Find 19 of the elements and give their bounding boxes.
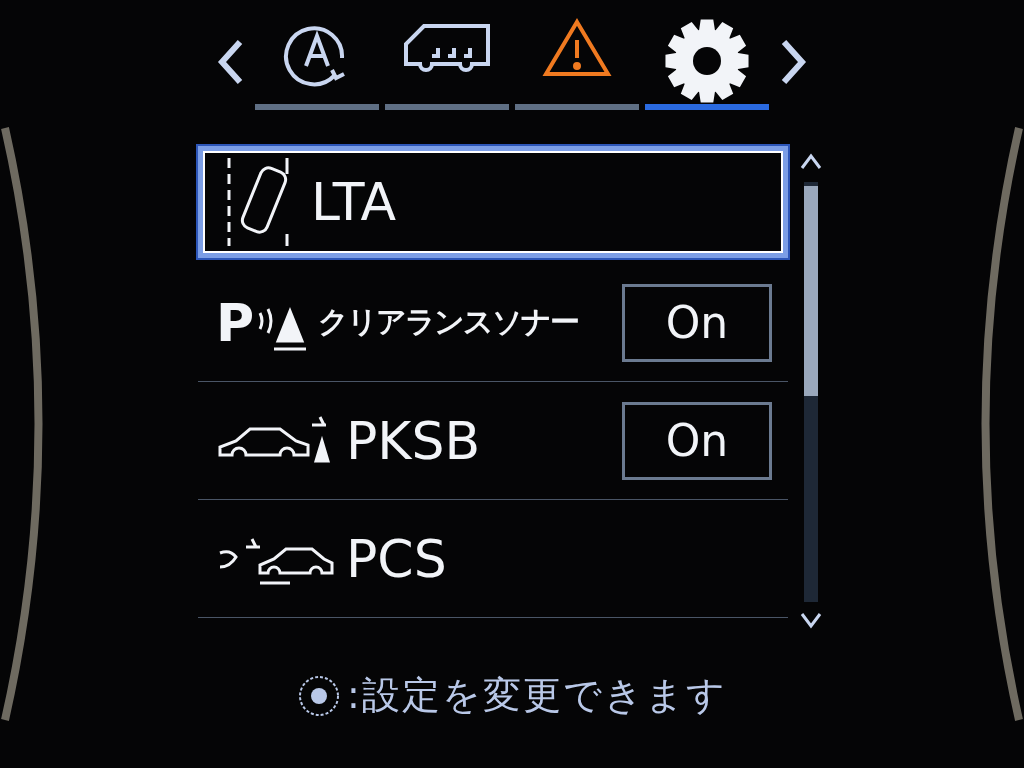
tab-indicator[interactable] xyxy=(515,104,639,110)
tab-indicator[interactable] xyxy=(645,104,769,110)
item-label: クリアランスソナー xyxy=(318,303,579,341)
warning-icon xyxy=(542,18,612,78)
status-value: On xyxy=(622,283,772,362)
hint-text: :設定を変更できます xyxy=(347,672,727,719)
menu-item[interactable]: P クリアランスソナー On xyxy=(198,264,788,382)
menu-item[interactable]: LTA xyxy=(198,146,788,258)
dial-button-icon xyxy=(297,673,342,718)
menu-item[interactable]: PCS xyxy=(198,500,788,618)
tab-indicator[interactable] xyxy=(385,104,509,110)
menu-item[interactable]: PKSB On xyxy=(198,382,788,500)
status-value: On xyxy=(622,401,772,480)
item-label: PKSB xyxy=(346,410,481,471)
tab-indicator[interactable] xyxy=(255,104,379,110)
parking-letter: P xyxy=(216,292,255,353)
item-label: PCS xyxy=(346,528,447,589)
item-label: LTA xyxy=(311,172,397,232)
settings-icon xyxy=(664,18,750,104)
